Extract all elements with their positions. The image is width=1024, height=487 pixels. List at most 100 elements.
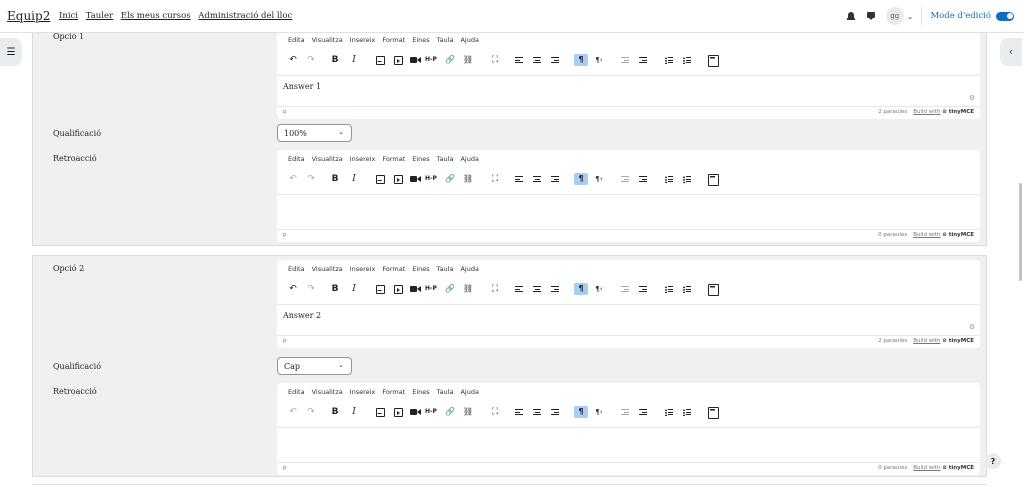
menu-tools[interactable]: Eines	[412, 155, 429, 163]
equation-editor-icon[interactable]	[706, 54, 720, 67]
outdent-icon[interactable]	[618, 406, 632, 418]
bullet-list-icon[interactable]	[662, 54, 676, 66]
tinymce-logo[interactable]: ⊘ tinyMCE	[942, 338, 974, 344]
h5p-icon[interactable]: H-P	[424, 54, 438, 66]
italic-icon[interactable]: I	[347, 406, 361, 418]
element-path[interactable]: p	[283, 109, 287, 115]
ltr-icon[interactable]: ¶	[574, 406, 588, 418]
align-right-icon[interactable]	[548, 283, 562, 295]
menu-view[interactable]: Visualitza	[312, 36, 343, 44]
build-with-link[interactable]: Build with	[913, 109, 940, 115]
undo-icon[interactable]: ↶	[286, 54, 300, 66]
image-icon[interactable]	[373, 283, 387, 295]
unlink-icon[interactable]: ⛓	[461, 173, 475, 185]
menu-format[interactable]: Format	[382, 388, 405, 396]
bold-icon[interactable]: B	[328, 173, 342, 185]
menu-format[interactable]: Format	[382, 36, 405, 44]
help-button[interactable]: ?	[985, 453, 1001, 469]
menu-format[interactable]: Format	[382, 265, 405, 273]
word-count[interactable]: 0 paraules	[878, 465, 907, 471]
site-brand[interactable]: Equip2	[7, 9, 50, 23]
build-with-link[interactable]: Build with	[913, 338, 940, 344]
menu-tools[interactable]: Eines	[412, 388, 429, 396]
bold-icon[interactable]: B	[328, 406, 342, 418]
menu-edit[interactable]: Edita	[288, 155, 305, 163]
menu-edit[interactable]: Edita	[288, 388, 305, 396]
equation-editor-icon[interactable]	[706, 173, 720, 186]
menu-help[interactable]: Ajuda	[460, 36, 478, 44]
course-index-drawer-button[interactable]: ☰	[0, 38, 22, 66]
numbered-list-icon[interactable]	[680, 283, 694, 295]
italic-icon[interactable]: I	[347, 54, 361, 66]
word-count[interactable]: 2 paraules	[878, 109, 907, 115]
nav-link-home[interactable]: Inici	[59, 11, 78, 21]
numbered-list-icon[interactable]	[680, 54, 694, 66]
menu-help[interactable]: Ajuda	[460, 265, 478, 273]
ltr-icon[interactable]: ¶	[574, 173, 588, 185]
link-icon[interactable]: 🔗	[443, 173, 457, 185]
editor-content-area[interactable]: Answer 2 ⚙	[277, 304, 980, 335]
nav-link-my-courses[interactable]: Els meus cursos	[121, 11, 191, 21]
tinymce-logo[interactable]: ⊘ tinyMCE	[942, 109, 974, 115]
unlink-icon[interactable]: ⛓	[461, 283, 475, 295]
fullscreen-icon[interactable]: ⛶	[488, 283, 502, 295]
rtl-icon[interactable]: ¶‹	[592, 283, 606, 295]
editor-content-area[interactable]: Answer 1 ⚙	[277, 75, 980, 106]
image-icon[interactable]	[373, 173, 387, 185]
bullet-list-icon[interactable]	[662, 173, 676, 185]
user-menu-chevron-down-icon[interactable]: ⌄	[907, 12, 914, 21]
align-center-icon[interactable]	[530, 54, 544, 66]
numbered-list-icon[interactable]	[680, 173, 694, 185]
media-icon[interactable]	[391, 283, 405, 295]
menu-table[interactable]: Taula	[437, 36, 454, 44]
indent-icon[interactable]	[636, 54, 650, 66]
fullscreen-icon[interactable]: ⛶	[488, 173, 502, 185]
align-right-icon[interactable]	[548, 406, 562, 418]
redo-icon[interactable]: ↷	[304, 173, 318, 185]
equation-editor-icon[interactable]	[706, 283, 720, 296]
tinymce-logo[interactable]: ⊘ tinyMCE	[942, 232, 974, 238]
menu-tools[interactable]: Eines	[412, 36, 429, 44]
page-scrollbar[interactable]	[1018, 33, 1024, 487]
record-video-icon[interactable]	[408, 406, 422, 418]
italic-icon[interactable]: I	[347, 283, 361, 295]
nav-link-site-admin[interactable]: Administració del lloc	[198, 11, 292, 21]
nav-link-dashboard[interactable]: Tauler	[86, 11, 113, 21]
align-left-icon[interactable]	[512, 406, 526, 418]
gear-icon[interactable]: ⚙	[969, 323, 975, 331]
edit-mode-toggle[interactable]	[996, 11, 1014, 21]
link-icon[interactable]: 🔗	[443, 406, 457, 418]
image-icon[interactable]	[373, 54, 387, 66]
align-left-icon[interactable]	[512, 54, 526, 66]
element-path[interactable]: p	[283, 232, 287, 238]
unlink-icon[interactable]: ⛓	[461, 406, 475, 418]
redo-icon[interactable]: ↷	[304, 406, 318, 418]
element-path[interactable]: p	[283, 465, 287, 471]
rtl-icon[interactable]: ¶‹	[592, 54, 606, 66]
redo-icon[interactable]: ↷	[304, 283, 318, 295]
image-icon[interactable]	[373, 406, 387, 418]
menu-insert[interactable]: Insereix	[350, 265, 376, 273]
menu-table[interactable]: Taula	[437, 265, 454, 273]
media-icon[interactable]	[391, 54, 405, 66]
link-icon[interactable]: 🔗	[443, 54, 457, 66]
record-video-icon[interactable]	[408, 283, 422, 295]
undo-icon[interactable]: ↶	[286, 173, 300, 185]
scrollbar-thumb[interactable]	[1019, 183, 1022, 281]
user-avatar[interactable]: gg	[885, 7, 904, 25]
align-left-icon[interactable]	[512, 173, 526, 185]
tinymce-logo[interactable]: ⊘ tinyMCE	[942, 465, 974, 471]
align-left-icon[interactable]	[512, 283, 526, 295]
align-right-icon[interactable]	[548, 54, 562, 66]
menu-help[interactable]: Ajuda	[460, 155, 478, 163]
word-count[interactable]: 0 paraules	[878, 232, 907, 238]
outdent-icon[interactable]	[618, 54, 632, 66]
grade-select[interactable]: Cap ⌄	[277, 357, 352, 375]
menu-view[interactable]: Visualitza	[312, 155, 343, 163]
rtl-icon[interactable]: ¶‹	[592, 173, 606, 185]
messages-chat-icon[interactable]	[866, 11, 876, 21]
link-icon[interactable]: 🔗	[443, 283, 457, 295]
menu-insert[interactable]: Insereix	[350, 155, 376, 163]
bullet-list-icon[interactable]	[662, 406, 676, 418]
build-with-link[interactable]: Build with	[913, 465, 940, 471]
